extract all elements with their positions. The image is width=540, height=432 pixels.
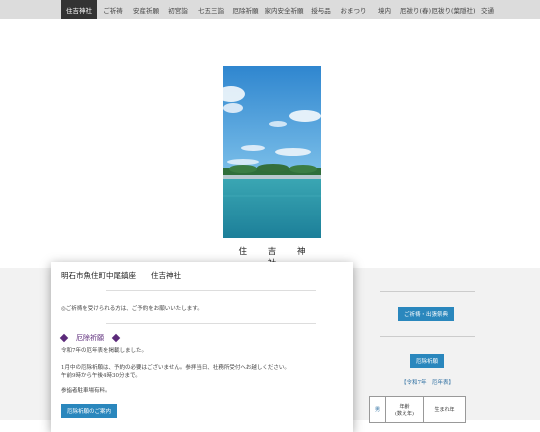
body-line: 1月中の厄除祈願は、予約の必要はございません。参拝当日、社務所受付へお越しくださ…: [61, 365, 290, 371]
nav-item[interactable]: 厄祓り(春): [398, 0, 433, 19]
nav-item[interactable]: 住吉神社: [61, 0, 97, 19]
nav-item[interactable]: 授与品: [306, 0, 336, 19]
table-header-birth: 生まれ年: [423, 396, 466, 423]
main-card: 明石市魚住町中尾鎮座 住吉神社 ◎ご祈祷を受けられる方は、ご予約をお願いいたしま…: [51, 262, 353, 432]
body-line: 午前9時から午後4時30分まで。: [61, 373, 141, 379]
kitou-button[interactable]: ご祈祷・出張祭典: [398, 307, 455, 321]
yakudoshi-caption: 【令和7年 厄年表】: [401, 380, 454, 386]
nav-item[interactable]: 交通: [474, 0, 501, 19]
yakudoshi-table: 男 年齢 (数え年) 生まれ年: [369, 396, 466, 423]
top-nav: 住吉神社 ご祈祷 安産祈願 初宮詣 七五三詣 厄除祈願 家内安全祈願 授与品 おまつり 境内 厄祓り…: [0, 0, 540, 19]
yakuyoke-button[interactable]: 厄除祈願: [410, 354, 445, 368]
nav-item[interactable]: 境内: [371, 0, 398, 19]
sidebar-divider: [380, 336, 475, 337]
diamond-icon: [59, 333, 69, 343]
divider: [106, 290, 316, 291]
table-header-age: 年齢 (数え年): [385, 396, 424, 423]
nav-item[interactable]: 厄除祈願: [229, 0, 262, 19]
table-header-gender: 男: [369, 396, 386, 423]
card-title: 明石市魚住町中尾鎮座 住吉神社: [61, 271, 181, 280]
sidebar-divider: [380, 291, 475, 292]
divider: [106, 323, 316, 324]
body-line: 参詣者駐車場有料。: [61, 388, 111, 394]
nav-item[interactable]: おまつり: [336, 0, 371, 19]
shrine-photo: [223, 66, 321, 238]
nav-item[interactable]: 七五三詣: [193, 0, 229, 19]
body-line: 令和7年の厄年表を掲載しました。: [61, 348, 148, 354]
notice-text: ◎ご祈祷を受けられる方は、ご予約をお願いいたします。: [61, 306, 203, 312]
section-heading: 厄除祈願: [59, 333, 121, 343]
nav-item[interactable]: ご祈祷: [97, 0, 129, 19]
nav-item[interactable]: 安産祈願: [129, 0, 163, 19]
nav-item[interactable]: 厄祓り(葉隠社): [431, 0, 475, 19]
yakuyoke-guide-button[interactable]: 厄除祈願のご案内: [61, 404, 118, 418]
nav-item[interactable]: 家内安全祈願: [262, 0, 306, 19]
diamond-icon: [111, 333, 121, 343]
hero-area: 住 吉 神 社: [0, 19, 540, 269]
nav-item[interactable]: 初宮詣: [163, 0, 193, 19]
section-title: 厄除祈願: [76, 334, 104, 342]
